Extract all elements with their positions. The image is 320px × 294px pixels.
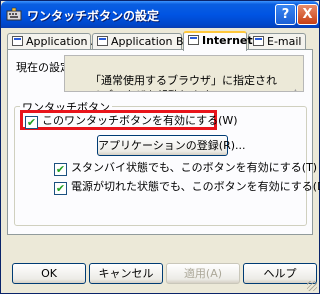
keyboard-app-icon bbox=[6, 7, 22, 21]
enable-button-checkbox[interactable]: ✔ このワンタッチボタンを有効にする(W) bbox=[25, 114, 238, 129]
dialog-window: ワンタッチボタンの設定 ? X Application A Applicatio… bbox=[0, 0, 320, 294]
ok-label: OK bbox=[41, 267, 57, 280]
close-icon: X bbox=[302, 7, 313, 22]
tab-e-mail[interactable]: E-mail bbox=[248, 33, 306, 50]
checkbox-checked-icon[interactable]: ✔ bbox=[54, 182, 67, 195]
register-application-label: アプリケーションの登録(R)... bbox=[98, 139, 246, 152]
help-label: ヘルプ bbox=[263, 267, 297, 280]
enable-button-label: このワンタッチボタンを有効にする(W) bbox=[42, 114, 238, 127]
scroll-up-icon[interactable]: ▲ bbox=[289, 87, 302, 91]
checkbox-checked-icon[interactable]: ✔ bbox=[25, 116, 38, 129]
power-off-checkbox[interactable]: ✔ 電源が切れた状態でも、このボタンを有効にする(D) bbox=[54, 180, 320, 195]
setting-scrollbar[interactable]: ▲ ▼ bbox=[289, 57, 302, 91]
close-button[interactable]: X bbox=[297, 4, 318, 25]
help-button[interactable]: ヘルプ bbox=[243, 263, 317, 284]
checkbox-checked-icon[interactable]: ✔ bbox=[54, 163, 67, 176]
standby-checkbox[interactable]: ✔ スタンバイ状態でも、このボタンを有効にする(T) bbox=[54, 161, 317, 176]
tab-panel-internet: 現在の設定 「通常使用するブラウザ」に指定されているブラウザを起動します。 ▲ … bbox=[7, 49, 320, 235]
current-setting-text: 「通常使用するブラウザ」に指定されているブラウザを起動します。 ▲ ▼ bbox=[64, 55, 304, 92]
standby-label: スタンバイ状態でも、このボタンを有効にする(T) bbox=[71, 161, 318, 174]
cancel-button[interactable]: キャンセル bbox=[89, 263, 163, 284]
current-setting-label: 現在の設定 bbox=[16, 61, 71, 74]
tab-strip: Application A Application B Internet E-m… bbox=[7, 31, 313, 51]
resize-grip[interactable] bbox=[307, 281, 317, 291]
current-setting-value: 「通常使用するブラウザ」に指定されているブラウザを起動します。 bbox=[69, 74, 277, 91]
help-title-button[interactable]: ? bbox=[275, 4, 296, 25]
apply-button[interactable]: 適用(A) bbox=[166, 263, 240, 284]
window-tab-icon bbox=[12, 36, 23, 46]
tab-application-a[interactable]: Application A bbox=[7, 33, 98, 50]
ok-button[interactable]: OK bbox=[12, 263, 86, 284]
cancel-label: キャンセル bbox=[98, 267, 154, 280]
power-off-label: 電源が切れた状態でも、このボタンを有効にする(D) bbox=[71, 180, 320, 193]
window-tab-icon bbox=[253, 36, 264, 46]
apply-label: 適用(A) bbox=[183, 267, 223, 280]
window-tab-icon bbox=[188, 35, 199, 45]
tab-internet[interactable]: Internet bbox=[183, 31, 253, 51]
window-tab-icon bbox=[97, 36, 108, 46]
tab-application-b[interactable]: Application B bbox=[92, 33, 184, 50]
register-application-button[interactable]: アプリケーションの登録(R)... bbox=[97, 135, 246, 156]
title-bar[interactable]: ワンタッチボタンの設定 ? X bbox=[1, 1, 319, 28]
question-icon: ? bbox=[281, 7, 290, 22]
window-title: ワンタッチボタンの設定 bbox=[27, 9, 160, 23]
